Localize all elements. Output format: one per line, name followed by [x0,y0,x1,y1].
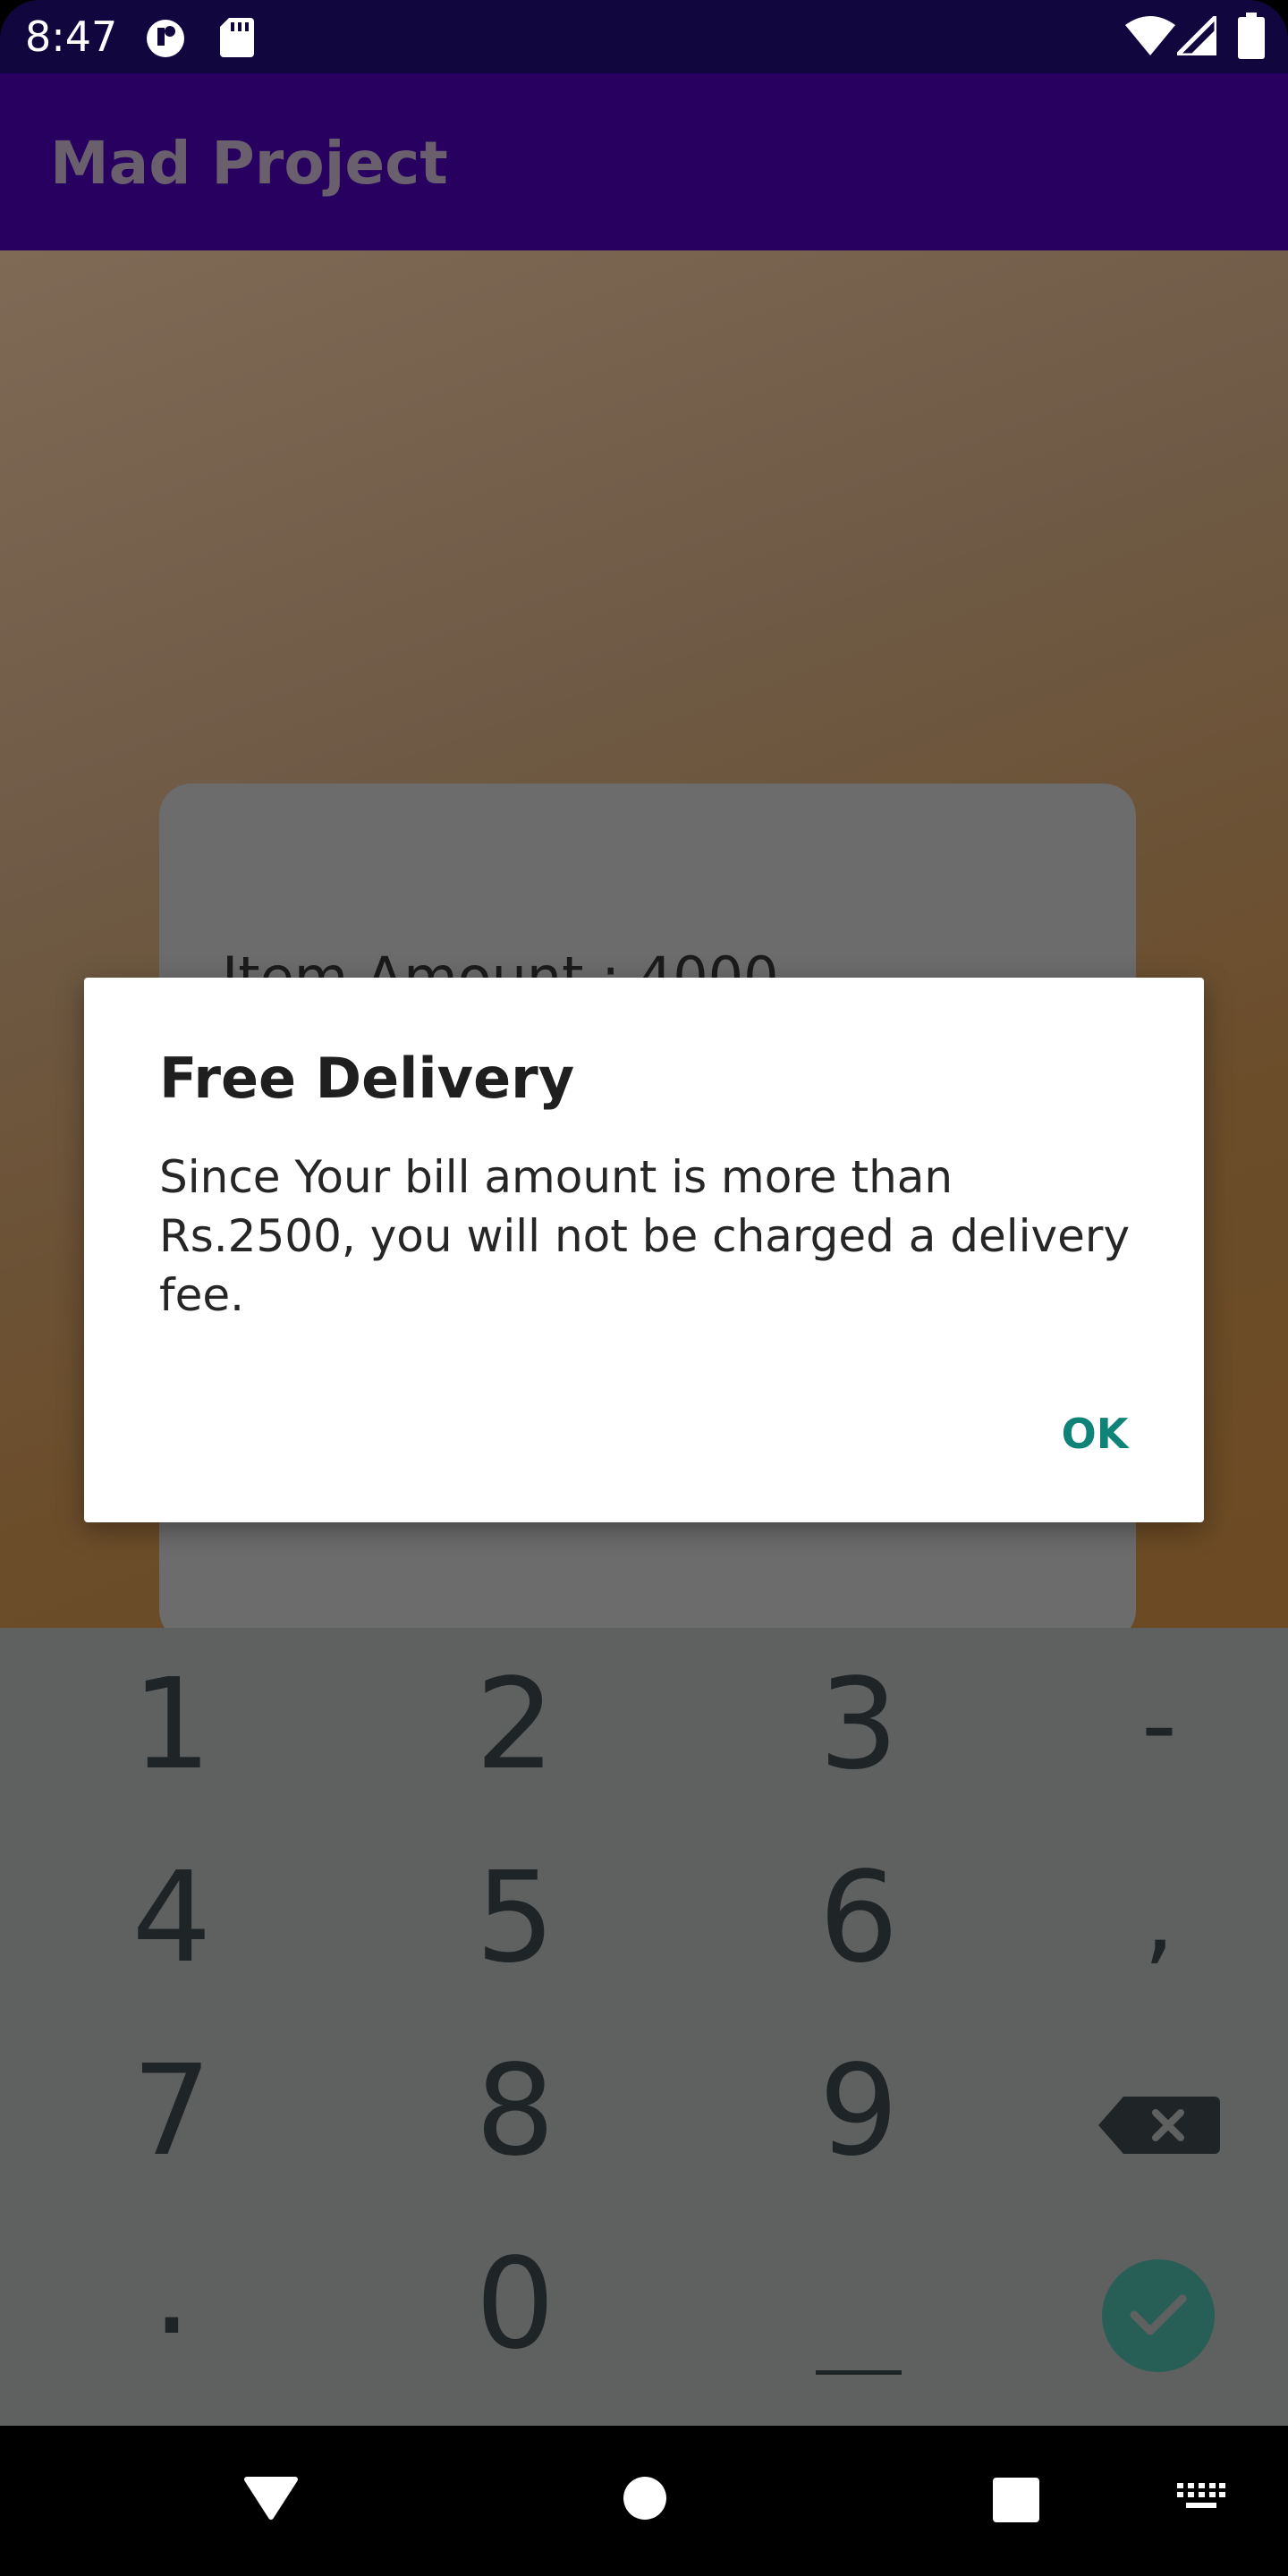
key-5[interactable]: 5 [354,1821,676,2014]
key-9[interactable]: 9 [698,2014,1020,2207]
backspace-key[interactable] [998,2014,1288,2207]
ok-button[interactable]: OK [1023,1391,1166,1477]
key-7[interactable]: 7 [11,2014,333,2207]
dialog-title: Free Delivery [159,1046,575,1111]
dialog-message: Since Your bill amount is more than Rs.2… [159,1151,1131,1321]
key-2[interactable]: 2 [354,1628,676,1821]
keyboard-switch-icon[interactable] [1177,2483,1225,2516]
key-3[interactable]: 3 [698,1628,1020,1821]
key-dot[interactable]: . [11,2207,333,2401]
home-icon[interactable] [623,2476,667,2525]
navigation-bar [0,2426,1288,2576]
numeric-keyboard: 1 2 3 - 4 5 6 , 7 8 9 . 0 [0,1628,1288,2426]
signal-icon [1171,10,1219,60]
key-comma[interactable]: , [998,1821,1288,2014]
space-key[interactable] [816,2370,902,2375]
key-1[interactable]: 1 [11,1628,333,1821]
key-6[interactable]: 6 [698,1821,1020,2014]
back-icon[interactable] [243,2476,299,2525]
app-title: Mad Project [50,129,448,198]
key-minus[interactable]: - [998,1628,1288,1821]
checkmark-icon [1129,2292,1188,2341]
battery-icon [1238,13,1265,64]
wifi-icon [1125,16,1175,60]
recents-icon[interactable] [993,2478,1039,2527]
sd-card-icon [220,18,254,62]
free-delivery-dialog: Free Delivery Since Your bill amount is … [84,978,1204,1522]
status-time: 8:47 [25,13,118,61]
backspace-icon [1098,2038,1220,2184]
key-4[interactable]: 4 [11,1821,333,2014]
status-bar: 8:47 [0,0,1288,73]
app-bar: Mad Project [0,73,1288,250]
key-8[interactable]: 8 [354,2014,676,2207]
notification-icon [145,18,190,64]
phone-screen: 8:47 Mad Project Item Amount : 4000 1 2 … [0,0,1288,2576]
key-0[interactable]: 0 [354,2207,676,2401]
done-key[interactable] [1102,2259,1215,2372]
